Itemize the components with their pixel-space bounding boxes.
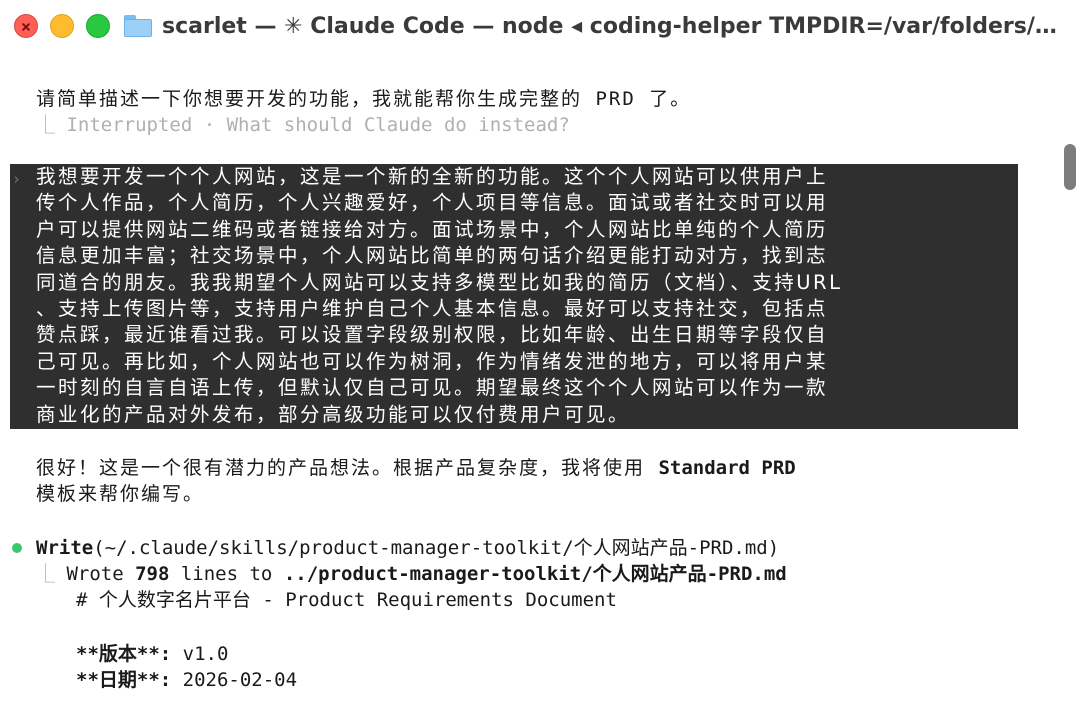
version-label: **版本**:	[76, 643, 172, 665]
close-button[interactable]	[14, 14, 38, 38]
tool-status-dot	[12, 543, 22, 553]
folder-icon	[124, 15, 152, 37]
user-message-line: 我想要开发一个个人网站，这是一个新的全新的功能。这个个人网站可以供用户上	[36, 165, 829, 188]
line-count: 798	[135, 563, 170, 585]
scrollbar-thumb[interactable]	[1064, 144, 1076, 190]
zoom-button[interactable]	[86, 14, 110, 38]
file-date-line: **日期**: 2026-02-04	[76, 667, 297, 693]
interrupted-text: Interrupted · What should Claude do inst…	[66, 114, 570, 136]
assistant-prompt: 请简单描述一下你想要开发的功能，我就能帮你生成完整的 PRD 了。	[36, 88, 692, 110]
template-name: Standard PRD	[658, 457, 796, 479]
assistant-reply-text: 很好！这是一个很有潜力的产品想法。根据产品复杂度，我将使用	[36, 457, 659, 479]
user-message-line: 一时刻的自言自语上传，但默认仅自己可见。期望最终这个个人网站可以作为一款	[36, 376, 829, 400]
tool-args: (~/.claude/skills/product-manager-toolki…	[93, 537, 780, 559]
tool-result-text: lines to	[169, 563, 284, 585]
date-label: **日期**:	[76, 669, 172, 691]
assistant-reply-line: 很好！这是一个很有潜力的产品想法。根据产品复杂度，我将使用 Standard P…	[36, 455, 796, 481]
file-heading: # 个人数字名片平台 - Product Requirements Docume…	[76, 589, 617, 611]
window-controls	[14, 14, 110, 38]
user-message-line: 传个人作品，个人简历，个人兴趣爱好，个人项目等信息。面试或者社交时可以用	[36, 191, 829, 215]
tool-name: Write	[36, 537, 94, 559]
date-value: 2026-02-04	[171, 669, 298, 691]
minimize-button[interactable]	[50, 14, 74, 38]
assistant-reply-line: 模板来帮你编写。	[36, 483, 205, 505]
tree-corner-icon: ⎿	[36, 114, 67, 136]
user-message-line: 信息更加丰富；社交场景中，个人网站比简单的两句话介绍更能打动对方，找到志	[36, 244, 829, 268]
window-title: scarlet — ✳ Claude Code — node ◂ coding-…	[162, 13, 1062, 39]
file-version-line: **版本**: v1.0	[76, 641, 228, 667]
terminal-window: scarlet — ✳ Claude Code — node ◂ coding-…	[0, 0, 1080, 703]
user-message-line: 商业化的产品对外发布，部分高级功能可以仅付费用户可见。	[36, 402, 631, 426]
user-message-line: 、支持上传图片等，支持用户维护自己个人基本信息。最好可以支持社交，包括点	[36, 297, 829, 320]
tool-call-line: Write(~/.claude/skills/product-manager-t…	[36, 535, 779, 561]
version-value: v1.0	[171, 643, 229, 665]
file-path: ../product-manager-toolkit/个人网站产品-PRD.md	[283, 563, 787, 585]
user-message-line: 赞点踩，最近谁看过我。可以设置字段级别权限，比如年龄、出生日期等字段仅自	[36, 323, 829, 347]
tool-result-text: Wrote	[66, 563, 136, 585]
user-message-line: 己可见。再比如，个人网站也可以作为树洞，作为情绪发泄的地方，可以将用户某	[36, 349, 829, 373]
tree-corner-icon: ⎿	[36, 563, 67, 585]
user-message-line: 户可以提供网站二维码或者链接给对方。面试场景中，个人网站比单纯的个人简历	[36, 217, 829, 241]
prompt-chevron-icon: ›	[12, 170, 22, 188]
tool-result-line: ⎿ Wrote 798 lines to ../product-manager-…	[36, 561, 787, 587]
terminal-content[interactable]: 请简单描述一下你想要开发的功能，我就能帮你生成完整的 PRD 了。 ⎿ Inte…	[0, 52, 1080, 703]
user-message-line: 同道合的朋友。我我期望个人网站可以支持多模型比如我的简历（文档）、支持URL	[36, 270, 843, 294]
title-bar[interactable]: scarlet — ✳ Claude Code — node ◂ coding-…	[0, 0, 1080, 52]
interrupted-line: ⎿ Interrupted · What should Claude do in…	[36, 112, 570, 138]
